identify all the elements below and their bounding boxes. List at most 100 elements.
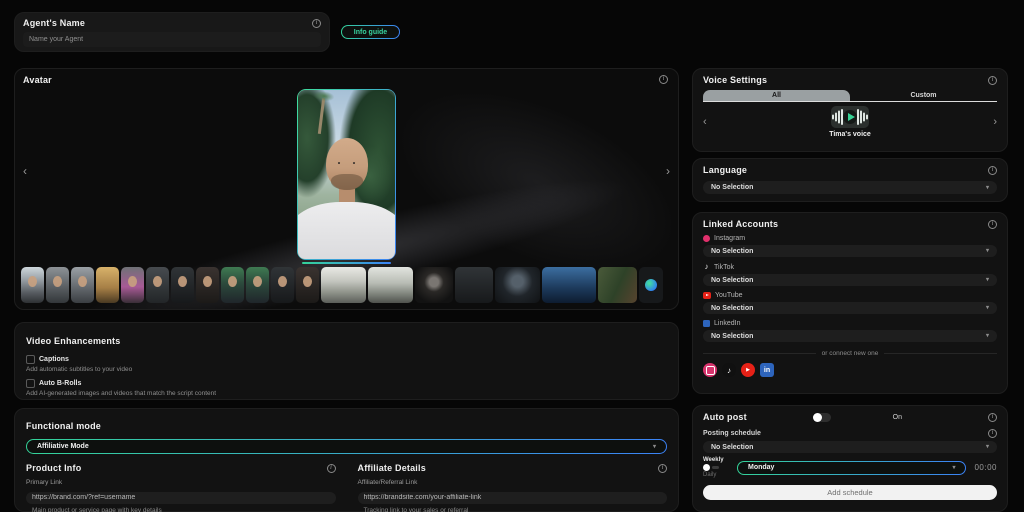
info-icon[interactable]: i: [988, 166, 997, 175]
captions-checkbox[interactable]: [26, 355, 35, 364]
tiktok-connect-button[interactable]: ♪: [722, 363, 736, 377]
avatar-thumbnail[interactable]: [146, 267, 169, 303]
avatar-thumbnail[interactable]: [96, 267, 119, 303]
tiktok-account-select[interactable]: No Selection ▾: [703, 274, 997, 286]
avatar-thumbnail[interactable]: [121, 267, 144, 303]
carousel-position-indicator: [302, 262, 391, 264]
voice-waveform-play-icon[interactable]: [831, 106, 869, 128]
avatar-thumbnail[interactable]: [196, 267, 219, 303]
voice-name: Tima's voice: [829, 131, 871, 138]
info-icon[interactable]: i: [988, 413, 997, 422]
auto-brolls-description: Add AI-generated images and videos that …: [26, 390, 667, 397]
caret-down-icon: ▾: [986, 248, 989, 254]
instagram-connect-button[interactable]: [703, 363, 717, 377]
frequency-toggle-icon[interactable]: [703, 464, 719, 471]
chevron-left-icon[interactable]: ‹: [703, 116, 707, 128]
day-select[interactable]: Monday ▾: [737, 461, 966, 475]
avatar-thumbnail[interactable]: [598, 267, 637, 303]
generate-avatar-button[interactable]: [639, 267, 663, 303]
info-icon[interactable]: i: [658, 464, 667, 473]
avatar-thumbnail[interactable]: [221, 267, 244, 303]
info-icon[interactable]: i: [988, 220, 997, 229]
language-title: Language: [703, 165, 747, 175]
frequency-switch[interactable]: Weekly Daily: [703, 457, 729, 478]
tab-all[interactable]: All: [703, 90, 850, 101]
platform-label: Instagram: [714, 235, 745, 242]
functional-mode-card: Functional mode Affiliative Mode ▾ Produ…: [14, 408, 679, 512]
avatar-thumbnail[interactable]: [542, 267, 596, 303]
platform-label: YouTube: [715, 292, 743, 299]
agent-name-card: Agent's Name i: [14, 12, 330, 52]
voice-item[interactable]: Tima's voice: [829, 106, 871, 138]
auto-post-toggle[interactable]: [813, 413, 831, 422]
functional-mode-select[interactable]: Affiliative Mode ▾: [26, 439, 667, 454]
linkedin-connect-button[interactable]: in: [760, 363, 774, 377]
tab-custom[interactable]: Custom: [850, 90, 997, 101]
agent-name-input[interactable]: [23, 32, 321, 47]
linkedin-icon: [703, 320, 710, 327]
daily-label: Daily: [703, 472, 716, 478]
avatar-thumbnail[interactable]: [71, 267, 94, 303]
affiliate-details-section: Affiliate Details i Affiliate/Referral L…: [358, 463, 668, 512]
youtube-icon: [703, 292, 711, 299]
chevron-right-icon[interactable]: ›: [993, 116, 997, 128]
avatar-thumbnail[interactable]: [455, 267, 493, 303]
youtube-account-select[interactable]: No Selection ▾: [703, 302, 997, 314]
posting-schedule-label: Posting schedule: [703, 430, 761, 437]
time-field[interactable]: 00:00: [974, 463, 997, 472]
app-canvas: Agent's Name i Info guide Avatar i ‹ › V…: [0, 0, 1024, 512]
auto-brolls-option: Auto B-Rolls Add AI-generated images and…: [26, 379, 667, 397]
auto-post-state: On: [893, 414, 902, 421]
avatar-thumbnail[interactable]: [46, 267, 69, 303]
primary-link-label: Primary Link: [26, 479, 336, 486]
avatar-title: Avatar: [23, 75, 52, 85]
avatar-thumbnails: [21, 267, 672, 303]
avatar-thumbnail[interactable]: [321, 267, 366, 303]
language-value: No Selection: [711, 184, 753, 191]
chevron-right-icon[interactable]: ›: [666, 165, 670, 177]
connect-new-divider: or connect new one: [703, 350, 997, 357]
language-select[interactable]: No Selection ▾: [703, 181, 997, 194]
info-icon[interactable]: i: [659, 75, 668, 84]
info-icon[interactable]: i: [988, 429, 997, 438]
video-enhancements-card: Video Enhancements Captions Add automati…: [14, 322, 679, 400]
avatar-thumbnail[interactable]: [368, 267, 413, 303]
avatar-thumbnail[interactable]: [171, 267, 194, 303]
voice-settings-title: Voice Settings: [703, 75, 767, 85]
instagram-account-select[interactable]: No Selection ▾: [703, 245, 997, 257]
info-icon[interactable]: i: [988, 76, 997, 85]
linked-account-linkedin: LinkedIn No Selection ▾: [703, 320, 997, 342]
avatar-thumbnail[interactable]: [296, 267, 319, 303]
avatar-thumbnail[interactable]: [495, 267, 540, 303]
avatar-photo: [298, 90, 395, 259]
affiliate-link-input[interactable]: [358, 492, 668, 504]
affiliate-link-label: Affiliate/Referral Link: [358, 479, 668, 486]
product-info-title: Product Info: [26, 463, 81, 473]
info-guide-button[interactable]: Info guide: [341, 25, 400, 39]
caret-down-icon: ▾: [653, 444, 656, 450]
info-icon[interactable]: i: [327, 464, 336, 473]
video-enhancements-title: Video Enhancements: [26, 336, 120, 346]
linked-accounts-card: Linked Accounts i Instagram No Selection…: [692, 212, 1008, 394]
primary-link-input[interactable]: [26, 492, 336, 504]
instagram-icon: [703, 235, 710, 242]
linked-accounts-title: Linked Accounts: [703, 219, 778, 229]
weekly-label: Weekly: [703, 457, 724, 463]
caret-down-icon: ▾: [986, 333, 989, 339]
avatar-thumbnail[interactable]: [246, 267, 269, 303]
posting-schedule-select[interactable]: No Selection ▾: [703, 441, 997, 453]
linkedin-account-select[interactable]: No Selection ▾: [703, 330, 997, 342]
avatar-thumbnail[interactable]: [271, 267, 294, 303]
chevron-left-icon[interactable]: ‹: [23, 165, 27, 177]
info-icon[interactable]: i: [312, 19, 321, 28]
connect-buttons: ♪ ▶ in: [703, 363, 997, 377]
add-schedule-button[interactable]: Add schedule: [703, 485, 997, 500]
auto-brolls-checkbox[interactable]: [26, 379, 35, 388]
avatar-thumbnail[interactable]: [415, 267, 453, 303]
caret-down-icon: ▾: [986, 277, 989, 283]
linked-account-instagram: Instagram No Selection ▾: [703, 235, 997, 257]
affiliate-details-title: Affiliate Details: [358, 463, 426, 473]
youtube-connect-button[interactable]: ▶: [741, 363, 755, 377]
functional-mode-title: Functional mode: [26, 421, 101, 431]
avatar-thumbnail[interactable]: [21, 267, 44, 303]
